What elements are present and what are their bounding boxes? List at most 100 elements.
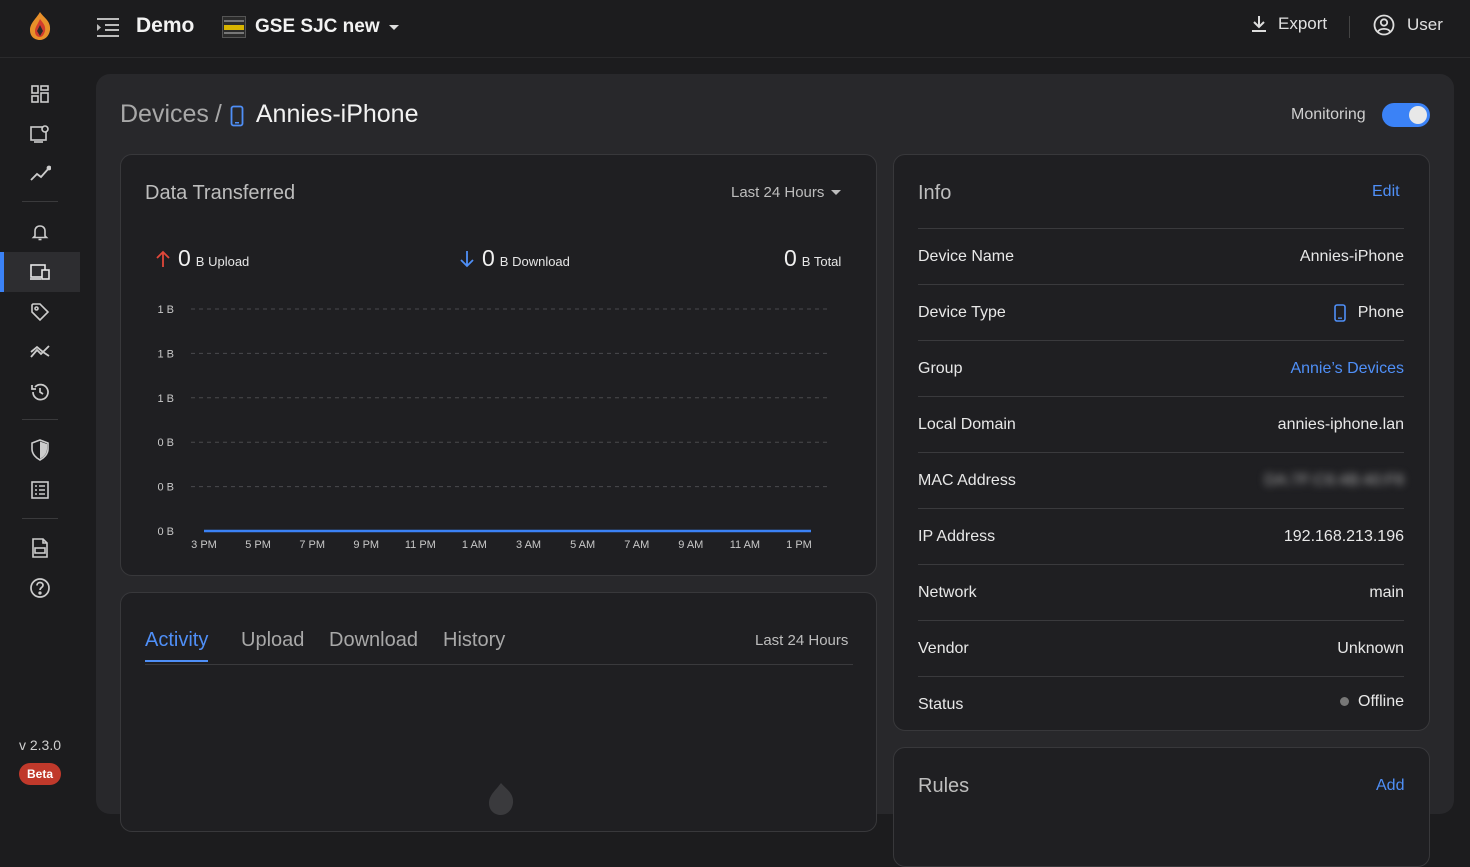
sidebar-item-logs[interactable] [0,470,80,510]
x-tick-label: 7 PM [299,539,325,551]
tab-history[interactable]: History [443,629,505,660]
data-transferred-card: Data Transferred Last 24 Hours 0 B Uploa… [120,154,877,576]
trend-icon [30,345,50,358]
info-value: 192.168.213.196 [1283,527,1404,545]
tab-activity[interactable]: Activity [145,629,209,662]
network-name: GSE SJC new [255,16,380,37]
main-panel: Devices / Annies-iPhone Monitoring Data … [96,74,1454,867]
info-value: Offline [1358,692,1404,710]
tab-upload[interactable]: Upload [241,629,304,660]
rules-title: Rules [918,775,970,797]
network-selector[interactable]: GSE SJC new [222,13,399,41]
monitoring-toggle[interactable] [1382,103,1430,127]
info-label: Network [918,583,977,601]
data-transferred-chart: 1 B 1 B 1 B 0 B 0 B 0 B 3 PM 5 PM 7 PM 9 PM 11 PM 1… [157,304,827,551]
y-tick-label: 1 B [157,348,174,360]
activity-range-label: Last 24 Hours [755,632,849,649]
status-value: Offline [1340,693,1404,711]
info-row-network: Network main [918,564,1404,620]
y-tick-label: 1 B [157,393,174,405]
arrow-up-icon [156,250,170,267]
sidebar-item-help[interactable] [0,568,80,608]
x-tick-label: 1 PM [786,539,812,551]
info-row-device-type: Device Type Phone [918,284,1404,340]
download-stat: 0 B Download [459,245,570,272]
info-value: Unknown [1337,639,1404,657]
total-unit: B Total [801,254,842,269]
x-tick-label: 9 AM [678,539,703,551]
sidebar-item-history[interactable] [0,372,80,412]
export-button[interactable]: Export [1250,14,1327,34]
data-range-select[interactable]: Last 24 Hours [731,184,842,201]
total-value: 0 [784,245,797,271]
info-label: Group [918,359,963,377]
info-row-ip-address: IP Address 192.168.213.196 [918,508,1404,564]
monitoring-label: Monitoring [1291,106,1366,123]
analytics-icon [30,165,51,181]
x-tick-label: 1 AM [462,539,487,551]
info-label: Device Type [918,303,1006,321]
group-link[interactable]: Annie’s Devices [1290,360,1404,378]
sidebar-item-alarms[interactable] [0,212,80,252]
info-label: Status [918,695,964,713]
info-row-local-domain: Local Domain annies-iphone.lan [918,396,1404,452]
sidebar-item-devices-config[interactable] [0,114,80,154]
phone-icon [230,105,244,126]
y-tick-label: 1 B [157,304,174,316]
user-icon [1373,14,1395,36]
info-row-vendor: Vendor Unknown [918,620,1404,676]
info-row-device-name: Device Name Annies-iPhone [918,228,1404,284]
sidebar-item-trends[interactable] [0,332,80,372]
info-row-status: Status Offline [918,676,1404,732]
devices-icon [30,264,50,280]
network-box-icon [222,16,246,38]
data-transferred-title: Data Transferred [145,182,296,204]
sidebar-item-api[interactable] [0,528,80,568]
firewalla-logo-icon[interactable] [26,11,54,41]
bell-icon [31,225,49,241]
loading-logo-icon [489,783,514,815]
upload-value: 0 [178,245,191,271]
breadcrumb-separator: / [214,100,222,128]
sidebar-divider [22,518,58,519]
sidebar-item-tags[interactable] [0,292,80,332]
upload-stat: 0 B Upload [155,245,249,272]
sidebar-item-analytics[interactable] [0,154,80,194]
edit-link[interactable]: Edit [1372,183,1400,201]
rules-card: Rules Add [893,747,1430,867]
user-label: User [1407,15,1443,34]
x-tick-label: 9 PM [353,539,379,551]
y-tick-label: 0 B [157,482,174,494]
x-tick-label: 5 AM [570,539,595,551]
sidebar-item-devices[interactable] [0,252,80,292]
x-tick-label: 11 AM [730,539,760,551]
activity-range-select[interactable]: Last 24 Hours [755,632,848,649]
info-card: Info Edit Device Name Annies-iPhone Devi… [893,154,1430,731]
sidebar-item-security[interactable] [0,430,80,470]
list-icon [31,481,49,499]
user-menu-button[interactable]: User [1373,14,1443,36]
y-tick-label: 0 B [157,437,174,449]
breadcrumb-devices-link[interactable]: Devices [120,100,209,129]
brand-title: Demo [136,14,195,37]
menu-toggle-icon[interactable] [96,16,120,38]
info-value: Phone [1357,303,1404,321]
info-value: main [1369,583,1404,601]
api-icon [32,538,48,558]
help-icon [30,578,50,598]
total-stat: 0 B Total [784,245,841,272]
activity-tabs: Activity Upload Download History [145,629,853,665]
info-value: Annies-iPhone [1299,247,1404,265]
page-title: Annies-iPhone [255,100,419,128]
dashboard-icon [31,85,49,103]
header-divider [1349,16,1350,38]
add-rule-link[interactable]: Add [1376,777,1404,795]
export-label: Export [1278,14,1328,33]
device-type-value: Phone [1333,303,1404,322]
sidebar-divider [22,201,58,202]
info-label: IP Address [918,527,996,545]
sidebar-item-dashboard[interactable] [0,74,80,114]
download-icon [1252,16,1266,32]
info-title: Info [918,182,952,204]
tab-download[interactable]: Download [329,629,418,660]
